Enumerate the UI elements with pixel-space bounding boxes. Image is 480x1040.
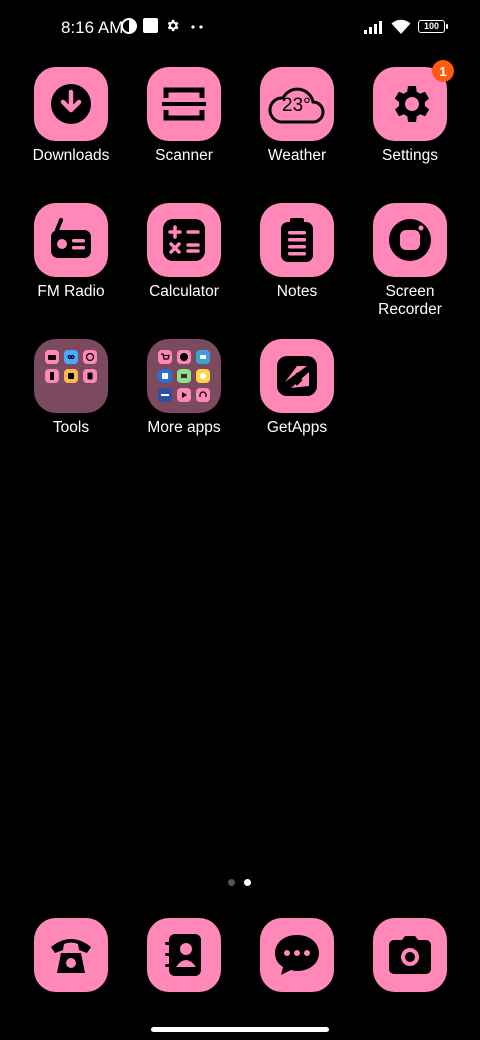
dock-camera[interactable]	[354, 918, 466, 992]
gear-icon	[167, 19, 179, 32]
status-time: 8:16 AM	[61, 18, 124, 37]
app-label: Scanner	[155, 147, 213, 164]
battery-tip	[446, 24, 448, 29]
app-label: FM Radio	[37, 283, 105, 300]
app-icon	[158, 388, 172, 402]
app-tile[interactable]	[34, 918, 108, 992]
app-label: Downloads	[32, 147, 110, 164]
folder-more-apps[interactable]: More apps	[128, 339, 240, 437]
clipboard-icon	[281, 218, 313, 262]
infinity-icon	[64, 350, 78, 364]
folder-tile[interactable]	[34, 339, 108, 413]
app-notes[interactable]: Notes	[241, 203, 353, 301]
app-label: Tools	[52, 419, 90, 436]
folder-tile[interactable]	[147, 339, 221, 413]
app-tile[interactable]	[147, 918, 221, 992]
page-dot-active[interactable]	[244, 879, 251, 886]
app-screen-recorder[interactable]: Screen Recorder	[354, 203, 466, 319]
radio-icon	[45, 350, 59, 364]
app-tile[interactable]	[373, 203, 447, 277]
battery-icon: 100	[418, 20, 445, 33]
speaker-icon	[83, 369, 97, 383]
play-icon	[177, 388, 191, 402]
app-icon	[177, 369, 191, 383]
record-icon	[389, 219, 431, 261]
cart-icon	[158, 350, 172, 364]
app-label: Screen Recorder	[378, 283, 442, 318]
app-settings[interactable]: 1 Settings	[354, 60, 466, 165]
notes-icon	[64, 369, 78, 383]
app-tile[interactable]	[373, 918, 447, 992]
signal-icon	[364, 21, 382, 34]
folder-tools[interactable]: Tools	[15, 339, 127, 437]
app-tile[interactable]	[34, 203, 108, 277]
app-tile[interactable]	[147, 203, 221, 277]
data-saver-icon	[121, 18, 137, 34]
status-bar: 8:16 AM 100	[0, 0, 480, 56]
app-label: Calculator	[149, 283, 219, 300]
app-label: GetApps	[266, 419, 328, 436]
app-tile[interactable]	[260, 339, 334, 413]
facebook-icon	[177, 350, 191, 364]
home-gesture-bar[interactable]	[151, 1027, 329, 1032]
dock-contacts[interactable]	[128, 918, 240, 992]
clock-icon	[83, 350, 97, 364]
app-tile[interactable]: 23°	[260, 67, 334, 141]
app-fm-radio[interactable]: FM Radio	[15, 203, 127, 301]
app-weather[interactable]: 23° Weather	[241, 67, 353, 165]
calculator-icon	[163, 219, 205, 261]
page-dot[interactable]	[228, 879, 235, 886]
message-icon	[275, 935, 319, 975]
phone-icon	[51, 939, 91, 973]
flashlight-icon	[45, 369, 59, 383]
app-tile[interactable]	[260, 203, 334, 277]
headphones-icon	[196, 388, 210, 402]
app-tile[interactable]	[260, 918, 334, 992]
dock-messages[interactable]	[241, 918, 353, 992]
app-label: Weather	[267, 147, 327, 164]
notification-square-icon	[143, 18, 158, 33]
radio-icon	[51, 218, 91, 258]
app-tile[interactable]	[34, 67, 108, 141]
notification-badge: 1	[432, 60, 454, 82]
weather-temp: 23°	[282, 95, 311, 116]
app-downloads[interactable]: Downloads	[15, 67, 127, 165]
app-scanner[interactable]: Scanner	[128, 67, 240, 165]
getapps-icon	[277, 356, 317, 396]
scanner-icon	[162, 87, 206, 121]
snapchat-icon	[196, 369, 210, 383]
download-icon	[51, 84, 91, 124]
app-label: More apps	[147, 419, 221, 436]
dock-phone[interactable]	[15, 918, 127, 992]
app-label: Notes	[276, 283, 318, 300]
more-dots-icon	[191, 25, 203, 29]
wifi-icon	[391, 19, 411, 34]
contacts-icon	[165, 934, 201, 976]
linkedin-icon	[158, 369, 172, 383]
app-tile[interactable]	[147, 67, 221, 141]
app-getapps[interactable]: GetApps	[241, 339, 353, 437]
app-calculator[interactable]: Calculator	[128, 203, 240, 301]
app-label: Settings	[381, 147, 438, 164]
app-tile[interactable]: 1	[373, 60, 454, 141]
gear-icon	[394, 86, 430, 122]
camera-icon	[389, 936, 431, 974]
app-icon	[196, 350, 210, 364]
